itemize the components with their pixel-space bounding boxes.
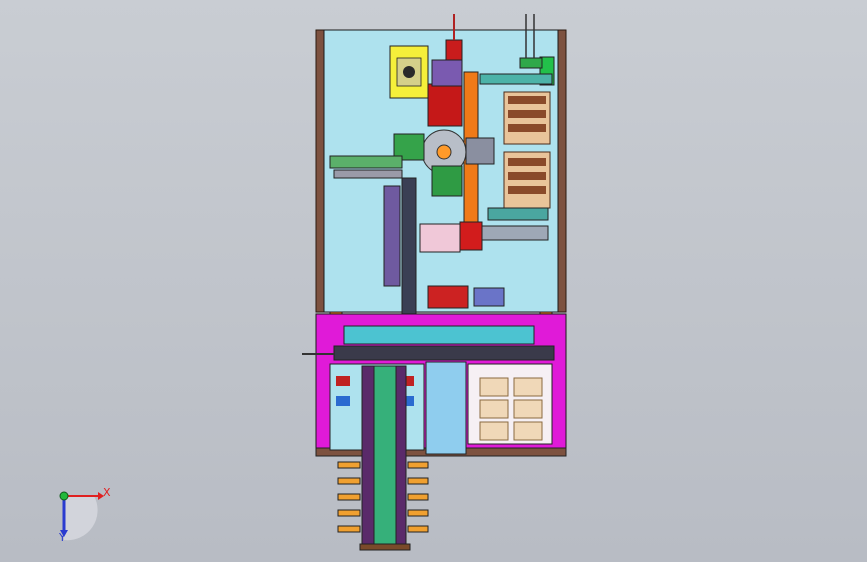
cabinet-module-b bbox=[336, 396, 350, 406]
bottom-conveyor-right bbox=[395, 365, 407, 549]
bottom-conveyor-belt bbox=[373, 365, 397, 549]
red-clamp bbox=[459, 221, 483, 251]
rotary-hub bbox=[436, 144, 452, 160]
vertical-feeder-guide bbox=[401, 177, 417, 319]
pink-fixture bbox=[419, 223, 461, 253]
left-conveyor bbox=[329, 155, 403, 169]
yellow-fixture-hole bbox=[403, 66, 415, 78]
horizontal-beam-top bbox=[479, 73, 553, 85]
purple-plate bbox=[431, 59, 463, 87]
coordinate-triad bbox=[59, 491, 104, 541]
cad-viewport[interactable] bbox=[0, 0, 867, 562]
cabinet-module-a bbox=[336, 376, 350, 386]
right-magazine-lower bbox=[503, 151, 551, 209]
light-blue-panel bbox=[425, 361, 467, 455]
green-station-bottom bbox=[431, 165, 463, 197]
upper-frame-right-rail bbox=[557, 29, 567, 313]
lower-cross-track bbox=[333, 345, 555, 361]
y-axis-label: Y bbox=[59, 531, 66, 544]
teal-carriage bbox=[487, 207, 549, 221]
green-bracket bbox=[519, 57, 543, 69]
grey-rail-right bbox=[481, 225, 549, 241]
blue-press-bracket bbox=[473, 287, 505, 307]
grey-station-right bbox=[465, 137, 495, 165]
bottom-brackets-left bbox=[337, 461, 361, 533]
upper-frame-left-rail bbox=[315, 29, 325, 313]
x-axis-label: X bbox=[103, 486, 111, 499]
assembly-drawing bbox=[59, 14, 567, 551]
lower-cross-beam bbox=[343, 325, 535, 345]
vertical-feeder-rail bbox=[383, 185, 401, 287]
right-magazine-upper bbox=[503, 91, 551, 145]
bottom-conveyor-end bbox=[359, 543, 411, 551]
red-press-module bbox=[427, 285, 469, 309]
left-conveyor-belt bbox=[333, 169, 403, 179]
bottom-brackets-right bbox=[407, 461, 429, 533]
bottom-conveyor-left bbox=[361, 365, 375, 549]
red-motor-block bbox=[427, 83, 463, 127]
